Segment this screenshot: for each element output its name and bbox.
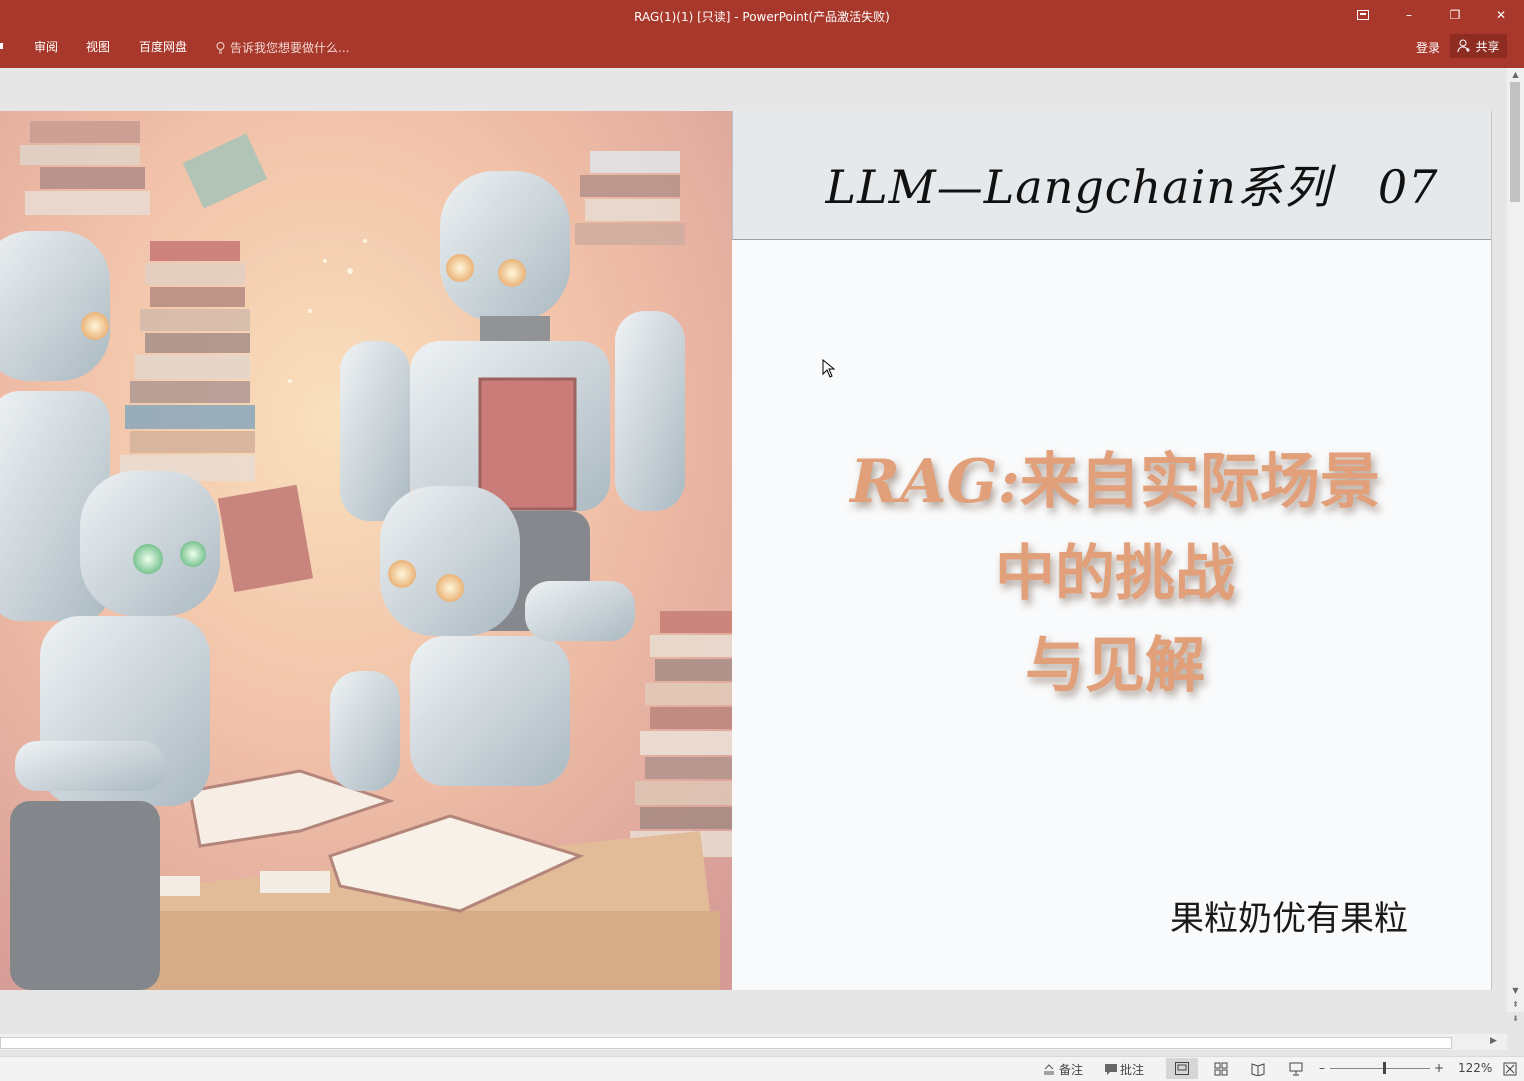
title-banner: LLM—Langchain系列 07	[732, 111, 1491, 240]
next-slide-icon[interactable]: ⇟	[1507, 1014, 1524, 1023]
slideshow-icon[interactable]	[1289, 1062, 1303, 1076]
robots-reading-illustration	[0, 111, 732, 990]
ribbon-display-icon	[1357, 10, 1369, 20]
fit-to-window-icon[interactable]	[1503, 1062, 1517, 1076]
person-add-icon	[1457, 39, 1471, 53]
lightbulb-icon	[216, 42, 225, 54]
share-button[interactable]: 共享	[1450, 34, 1507, 58]
title-bar: RAG(1)(1) [只读] - PowerPoint(产品激活失败) – ❐ …	[0, 0, 1524, 68]
share-label: 共享	[1475, 39, 1500, 54]
status-bar: 备注 批注 – + 122%	[0, 1056, 1524, 1081]
headline-line-2: 中的挑战	[995, 539, 1235, 609]
horizontal-scroll-thumb[interactable]	[0, 1037, 1452, 1049]
tell-me-search[interactable]: 告诉我您想要做什么...	[216, 39, 349, 56]
tab-view[interactable]: 视图	[86, 38, 110, 55]
headline-line-3: 与见解	[1025, 631, 1205, 701]
tab-truncated-edge[interactable]: ▪	[0, 38, 4, 52]
previous-slide-icon[interactable]: ⇞	[1507, 1000, 1524, 1009]
login-link[interactable]: 登录	[1416, 39, 1440, 56]
scroll-up-arrow-icon[interactable]: ▲	[1507, 70, 1524, 79]
close-button[interactable]: ✕	[1486, 4, 1516, 26]
slide-sorter-icon[interactable]	[1214, 1062, 1228, 1076]
minimize-button[interactable]: –	[1394, 4, 1424, 26]
vertical-scrollbar[interactable]: ▲ ▼ ⇞ ⇟	[1507, 68, 1524, 1023]
mouse-cursor-icon	[822, 359, 836, 378]
headline-latin: RAG:	[850, 447, 1020, 517]
notes-icon	[1044, 1064, 1054, 1075]
zoom-out-button[interactable]: –	[1319, 1061, 1325, 1075]
scroll-down-arrow-icon[interactable]: ▼	[1507, 986, 1524, 995]
zoom-level[interactable]: 122%	[1458, 1061, 1492, 1075]
vertical-scroll-thumb[interactable]	[1510, 82, 1520, 202]
tab-baidu-netdisk[interactable]: 百度网盘	[139, 38, 187, 55]
headline-rest: 来自实际场景	[1019, 447, 1380, 517]
zoom-slider-track[interactable]	[1330, 1068, 1430, 1069]
zoom-in-button[interactable]: +	[1434, 1061, 1444, 1075]
author-name: 果粒奶优有果粒	[1170, 899, 1408, 939]
tab-review[interactable]: 审阅	[34, 38, 58, 55]
ribbon-display-options-button[interactable]	[1348, 4, 1378, 26]
slide-canvas[interactable]: LLM—Langchain系列 07 RAG:来自实际场景 中的挑战 与见解 果…	[0, 111, 1492, 990]
reading-view-icon[interactable]	[1251, 1062, 1265, 1076]
comments-button[interactable]: 批注	[1120, 1061, 1144, 1078]
horizontal-scrollbar[interactable]: ▶	[0, 1034, 1507, 1050]
headline-line-1: RAG:来自实际场景	[755, 436, 1475, 528]
notes-button[interactable]: 备注	[1059, 1061, 1083, 1078]
banner-title: LLM—Langchain系列 07	[825, 160, 1439, 214]
comment-icon	[1105, 1064, 1117, 1075]
tell-me-text: 告诉我您想要做什么...	[230, 41, 350, 55]
restore-button[interactable]: ❐	[1440, 4, 1470, 26]
slide-headline: RAG:来自实际场景 中的挑战 与见解	[755, 436, 1475, 712]
window-title: RAG(1)(1) [只读] - PowerPoint(产品激活失败)	[634, 10, 890, 24]
scroll-right-arrow-icon[interactable]: ▶	[1490, 1036, 1497, 1046]
normal-view-button[interactable]	[1166, 1058, 1198, 1079]
normal-view-icon	[1175, 1062, 1189, 1075]
zoom-slider-thumb[interactable]	[1383, 1062, 1386, 1074]
